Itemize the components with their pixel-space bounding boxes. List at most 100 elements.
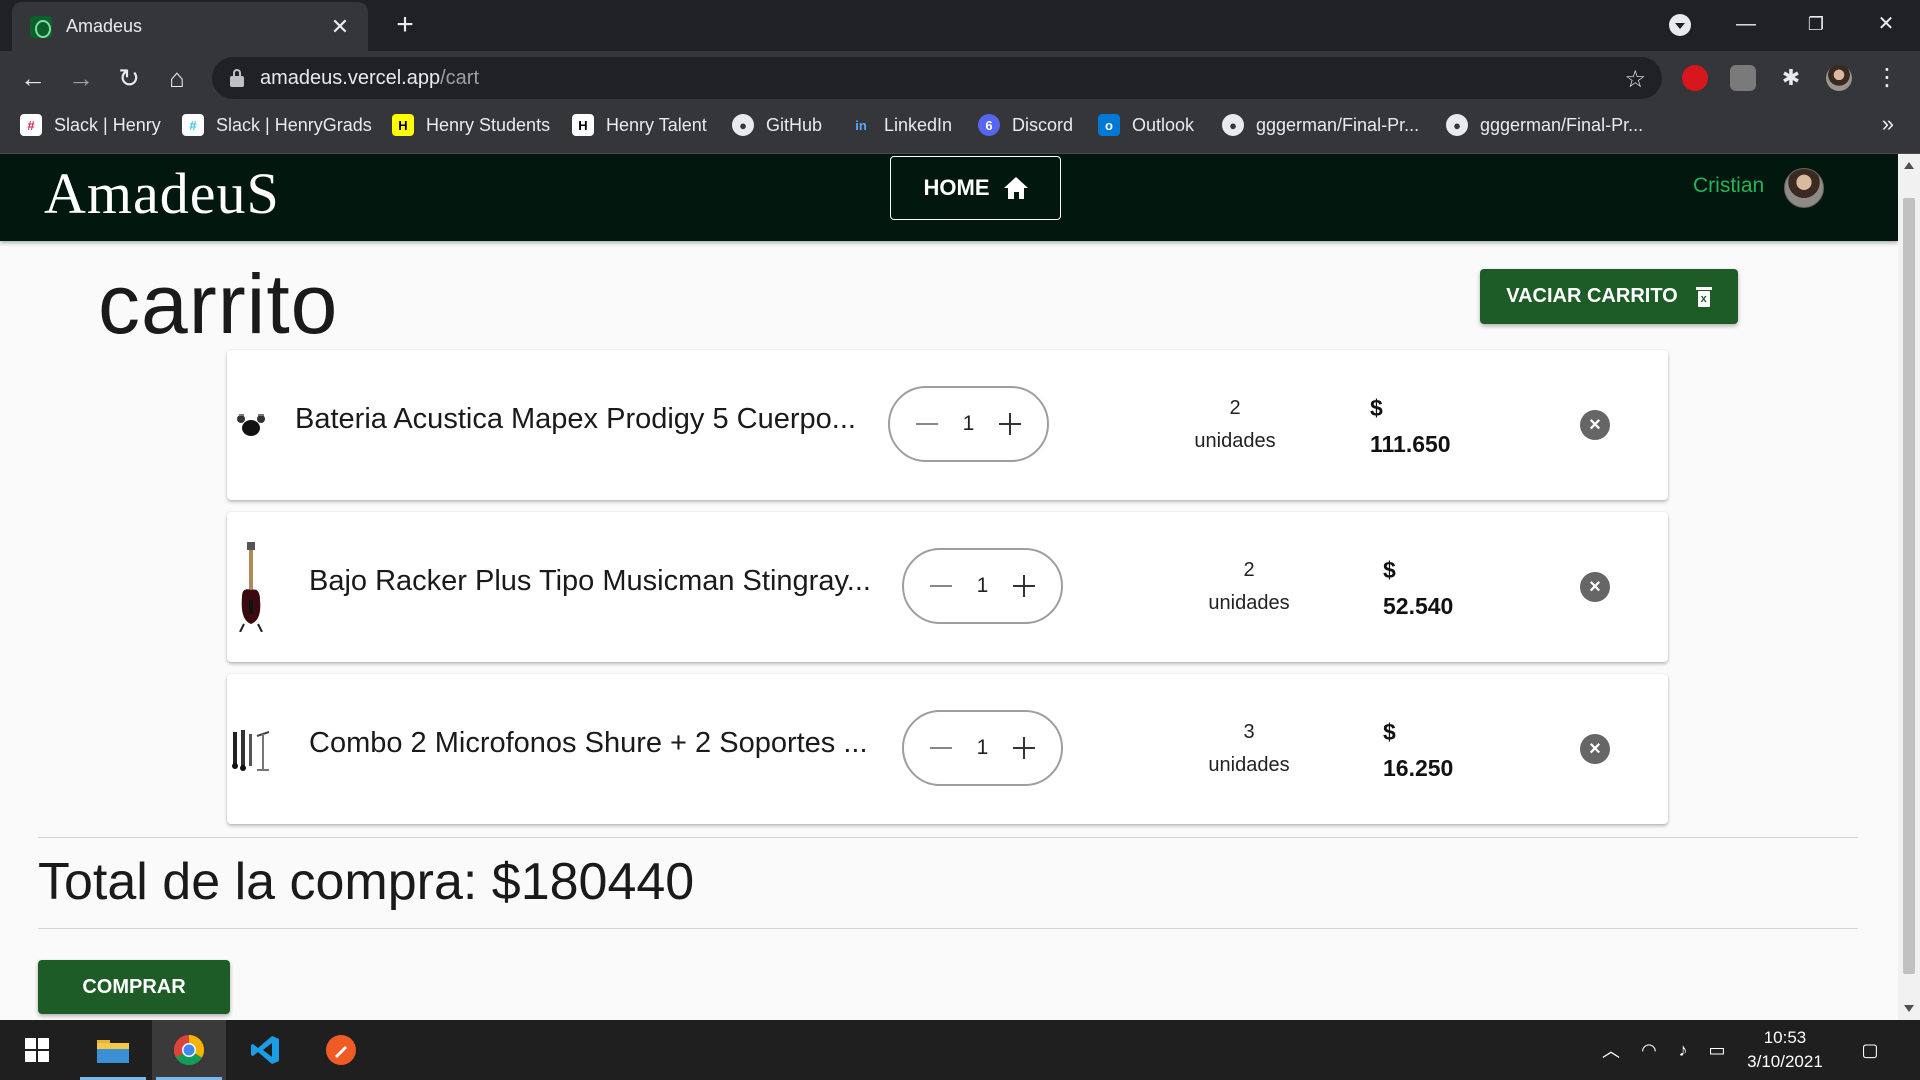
trash-icon: x <box>1695 286 1712 307</box>
restore-button[interactable]: ❐ <box>1786 6 1846 42</box>
increase-quantity-button[interactable] <box>995 409 1025 439</box>
app-header: AmadeuS HOME Cristian <box>0 154 1898 241</box>
quantity-value: 1 <box>962 412 975 435</box>
postman-icon <box>326 1035 356 1065</box>
drum-kit-thumbnail <box>229 378 273 472</box>
units-count: 2 unidades <box>1208 559 1290 614</box>
product-name[interactable]: Bateria Acustica Mapex Prodigy 5 Cuerpo.… <box>295 403 885 436</box>
notifications-icon[interactable]: ▢ <box>1852 1020 1888 1080</box>
url-text[interactable]: amadeus.vercel.app/cart <box>260 57 479 99</box>
browser-tab[interactable]: Amadeus ✕ <box>12 2 368 51</box>
close-window-button[interactable]: ✕ <box>1856 6 1916 42</box>
scroll-up-arrow-icon[interactable] <box>1904 162 1914 169</box>
divider <box>38 928 1858 929</box>
quantity-stepper: 1 <box>902 548 1063 624</box>
back-arrow-icon[interactable]: ← <box>18 63 48 93</box>
quantity-value: 1 <box>976 574 989 597</box>
cart-item: Bateria Acustica Mapex Prodigy 5 Cuerpo.… <box>227 350 1668 500</box>
windows-taskbar: ︿ ◠ ♪ ▭ 10:53 3/10/2021 ▢ <box>0 1020 1920 1080</box>
quantity-stepper: 1 <box>888 386 1049 462</box>
lock-icon <box>230 69 244 87</box>
units-count: 2 unidades <box>1194 397 1276 452</box>
bookmarks-bar: # Slack | Henry # Slack | HenryGrads H H… <box>0 105 1920 154</box>
pdf-extension-icon[interactable] <box>1730 65 1756 91</box>
extensions-puzzle-icon[interactable]: ✱ <box>1778 65 1804 91</box>
taskbar-clock[interactable]: 10:53 3/10/2021 <box>1730 1026 1840 1074</box>
bookmark-outlook[interactable]: o Outlook <box>1098 105 1194 145</box>
scroll-down-arrow-icon[interactable] <box>1904 1005 1914 1012</box>
page-title: carrito <box>98 257 339 351</box>
home-button[interactable]: HOME <box>890 156 1061 220</box>
buy-button[interactable]: COMPRAR <box>38 960 230 1014</box>
cart-item: Bajo Racker Plus Tipo Musicman Stingray.… <box>227 512 1668 662</box>
bookmark-discord[interactable]: 6 Discord <box>978 105 1073 145</box>
units-count: 3 unidades <box>1208 721 1290 776</box>
bookmarks-overflow-button[interactable]: » <box>1882 111 1894 137</box>
taskbar-chrome[interactable] <box>152 1020 226 1080</box>
product-name[interactable]: Bajo Racker Plus Tipo Musicman Stingray.… <box>309 565 899 598</box>
forward-arrow-icon[interactable]: → <box>66 63 96 93</box>
chrome-icon <box>173 1035 205 1066</box>
github-icon: ● <box>732 114 754 136</box>
reload-icon[interactable]: ↻ <box>114 63 144 93</box>
tray-overflow-icon[interactable]: ︿ <box>1596 1020 1626 1080</box>
browser-toolbar: ← → ↻ ⌂ amadeus.vercel.app/cart ☆ ✱ ⋮ <box>0 51 1920 105</box>
microphones-thumbnail <box>229 702 273 796</box>
app-logo[interactable]: AmadeuS <box>44 160 280 227</box>
decrease-quantity-button[interactable] <box>912 409 942 439</box>
linkedin-icon: in <box>850 114 872 136</box>
remove-item-button[interactable]: × <box>1580 734 1610 764</box>
taskbar-postman[interactable] <box>304 1020 378 1080</box>
user-name[interactable]: Cristian <box>1693 174 1764 198</box>
slack-icon: # <box>182 114 204 136</box>
item-price: $52.540 <box>1383 557 1454 619</box>
volume-icon[interactable]: ♪ <box>1668 1020 1698 1080</box>
increase-quantity-button[interactable] <box>1009 733 1039 763</box>
decrease-quantity-button[interactable] <box>926 571 956 601</box>
bookmark-henry-students[interactable]: H Henry Students <box>392 105 550 145</box>
vscode-icon <box>251 1036 279 1064</box>
henry-talent-icon: H <box>572 114 594 136</box>
scrollbar-thumb[interactable] <box>1903 198 1915 974</box>
bookmark-henry-talent[interactable]: H Henry Talent <box>572 105 707 145</box>
tab-strip: Amadeus ✕ + — ❐ ✕ <box>0 0 1920 51</box>
bookmark-slack-henrygrads[interactable]: # Slack | HenryGrads <box>182 105 372 145</box>
profile-avatar[interactable] <box>1826 65 1852 91</box>
henry-icon: H <box>392 114 414 136</box>
battery-icon[interactable]: ▭ <box>1702 1020 1732 1080</box>
start-button[interactable] <box>0 1020 74 1080</box>
discord-icon: 6 <box>978 114 1000 136</box>
bookmark-github-repo-1[interactable]: ● gggerman/Final-Pr... <box>1222 105 1419 145</box>
page-scrollbar[interactable] <box>1898 154 1920 1020</box>
bookmark-slack-henry[interactable]: # Slack | Henry <box>20 105 161 145</box>
folder-icon <box>97 1040 129 1063</box>
slack-icon: # <box>20 114 42 136</box>
windows-logo-icon <box>25 1038 49 1062</box>
remove-item-button[interactable]: × <box>1580 410 1610 440</box>
divider <box>38 837 1858 838</box>
bookmark-github[interactable]: ● GitHub <box>732 105 822 145</box>
remove-item-button[interactable]: × <box>1580 572 1610 602</box>
home-nav-icon[interactable]: ⌂ <box>162 63 192 93</box>
tab-close-icon[interactable]: ✕ <box>328 14 352 39</box>
bookmark-linkedin[interactable]: in LinkedIn <box>850 105 952 145</box>
minimize-button[interactable]: — <box>1716 6 1776 42</box>
tab-search-icon[interactable] <box>1669 14 1691 36</box>
wifi-icon[interactable]: ◠ <box>1634 1020 1664 1080</box>
outlook-icon: o <box>1098 114 1120 136</box>
product-name[interactable]: Combo 2 Microfonos Shure + 2 Soportes ..… <box>309 727 899 760</box>
house-icon <box>1003 177 1028 199</box>
empty-cart-button[interactable]: VACIAR CARRITO x <box>1480 269 1738 324</box>
bookmark-star-icon[interactable]: ☆ <box>1624 65 1646 94</box>
new-tab-button[interactable]: + <box>390 10 420 40</box>
address-bar[interactable]: amadeus.vercel.app/cart ☆ <box>212 57 1662 99</box>
taskbar-file-explorer[interactable] <box>76 1020 150 1080</box>
item-price: $111.650 <box>1370 395 1451 457</box>
increase-quantity-button[interactable] <box>1009 571 1039 601</box>
menu-dots-icon[interactable]: ⋮ <box>1872 63 1902 93</box>
user-avatar[interactable] <box>1784 168 1824 208</box>
adblock-extension-icon[interactable] <box>1682 65 1708 91</box>
taskbar-vscode[interactable] <box>228 1020 302 1080</box>
decrease-quantity-button[interactable] <box>926 733 956 763</box>
bookmark-github-repo-2[interactable]: ● gggerman/Final-Pr... <box>1446 105 1643 145</box>
